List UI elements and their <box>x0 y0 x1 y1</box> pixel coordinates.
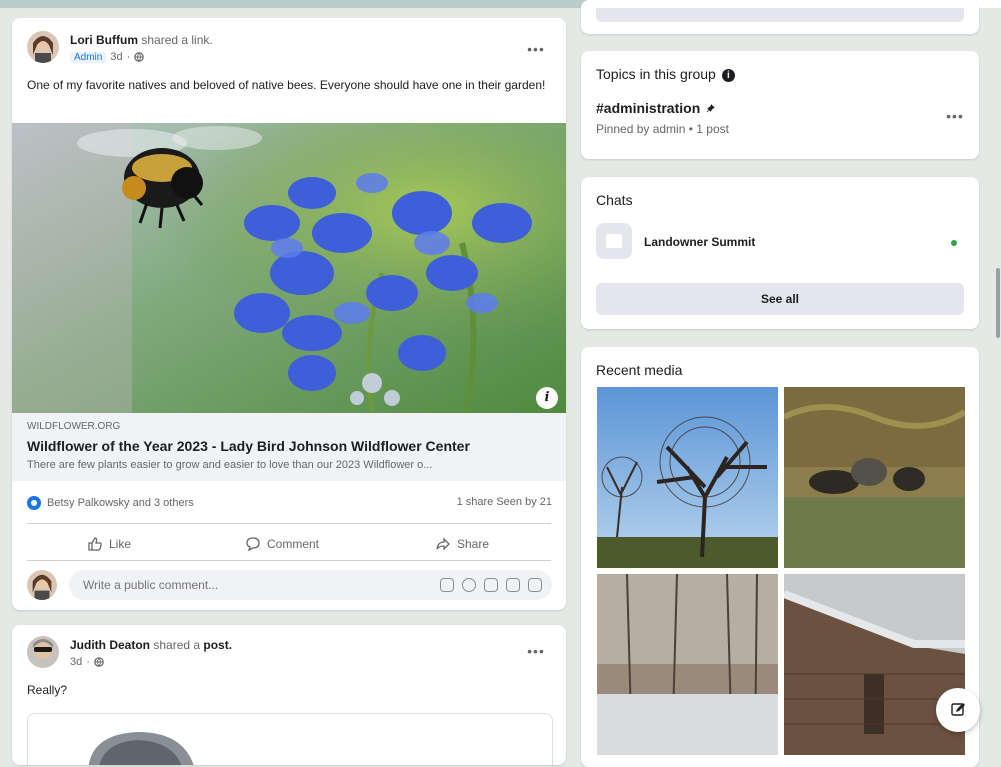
post-author-line: Lori Buffum shared a link. <box>70 33 213 47</box>
globe-icon <box>94 657 104 667</box>
topics-card: Topics in this group i #administration Pi… <box>581 51 979 159</box>
author-action: shared a <box>153 638 201 652</box>
share-arrow-icon <box>436 537 450 551</box>
chats-title: Chats <box>596 192 633 208</box>
see-all-chats-button[interactable]: See all <box>596 283 964 315</box>
divider <box>27 523 551 524</box>
online-indicator <box>951 240 957 246</box>
author-name[interactable]: Judith Deaton <box>70 638 150 652</box>
speech-bubble-icon <box>246 537 260 552</box>
media-thumbnail[interactable] <box>784 574 965 755</box>
scrollbar[interactable] <box>996 268 1000 338</box>
reactions-summary[interactable]: Betsy Palkowsky and 3 others <box>27 496 194 510</box>
like-label: Like <box>109 537 132 551</box>
link-preview-image[interactable]: i <box>12 123 566 413</box>
recent-media-card: Recent media <box>581 347 979 767</box>
sidebar-top-card <box>581 0 979 34</box>
chat-room-icon <box>596 223 632 259</box>
media-thumbnail[interactable] <box>597 387 778 568</box>
globe-icon <box>134 52 145 62</box>
chats-card: Chats Landowner Summit See all <box>581 177 979 329</box>
reaction-icon <box>27 496 41 510</box>
avatar[interactable] <box>27 636 59 668</box>
topics-title-row: Topics in this group i <box>596 66 735 82</box>
post-meta: Admin 3d · <box>70 51 145 63</box>
author-name[interactable]: Lori Buffum <box>70 33 138 47</box>
emoji-icon[interactable] <box>462 578 476 592</box>
sticker-icon[interactable] <box>528 578 542 592</box>
avatar-sticker-icon[interactable] <box>440 578 454 592</box>
link-description: There are few plants easier to grow and … <box>27 459 433 471</box>
comment-label: Comment <box>267 537 320 551</box>
media-thumbnail[interactable] <box>784 387 965 568</box>
share-label: Share <box>457 537 490 551</box>
shared-post-link[interactable]: post. <box>203 638 232 652</box>
gif-icon[interactable] <box>506 578 520 592</box>
camera-icon[interactable] <box>484 578 498 592</box>
comment-tools <box>440 578 542 592</box>
like-button[interactable]: Like <box>87 533 131 555</box>
link-domain: WILDFLOWER.ORG <box>27 421 121 432</box>
avatar[interactable] <box>27 31 59 63</box>
admin-badge: Admin <box>70 51 107 63</box>
current-user-avatar[interactable] <box>27 570 57 600</box>
post-author-line: Judith Deaton shared a post. <box>70 638 232 652</box>
sidebar-top-bar <box>596 8 964 22</box>
post-time[interactable]: 3d <box>70 656 82 668</box>
shared-post-preview[interactable] <box>27 713 553 765</box>
topics-title: Topics in this group <box>596 66 716 82</box>
comment-button[interactable]: Comment <box>245 533 319 555</box>
post-meta: 3d · <box>70 656 104 668</box>
share-stats[interactable]: 1 share Seen by 21 <box>457 496 552 508</box>
pencil-icon <box>951 703 965 716</box>
feed-post: Lori Buffum shared a link. Admin 3d · ••… <box>12 18 566 610</box>
compose-button[interactable] <box>936 688 980 732</box>
divider <box>27 560 551 561</box>
pin-icon <box>706 104 715 113</box>
topic-more-button[interactable]: ••• <box>941 109 969 129</box>
post-body: Really? <box>27 683 68 697</box>
author-action: shared a link. <box>141 33 213 47</box>
info-button[interactable]: i <box>536 387 558 409</box>
reactions-text[interactable]: Betsy Palkowsky and 3 others <box>47 497 194 509</box>
topic-subtitle: Pinned by admin • 1 post <box>596 122 729 136</box>
recent-media-title: Recent media <box>596 362 683 378</box>
chat-item-landowner-summit[interactable]: Landowner Summit <box>644 235 755 249</box>
feed-post: Judith Deaton shared a post. 3d · ••• Re… <box>12 625 566 765</box>
post-body: One of my favorite natives and beloved o… <box>27 78 546 92</box>
post-more-button[interactable]: ••• <box>522 42 550 62</box>
topic-tag[interactable]: #administration <box>596 100 715 116</box>
share-button[interactable]: Share <box>435 533 489 555</box>
post-more-button[interactable]: ••• <box>522 644 550 664</box>
thumbs-up-icon <box>88 537 102 551</box>
comment-composer <box>27 570 552 600</box>
media-thumbnail[interactable] <box>597 574 778 755</box>
post-time[interactable]: 3d <box>110 51 122 63</box>
info-icon[interactable]: i <box>721 68 735 82</box>
link-preview-box[interactable]: WILDFLOWER.ORG Wildflower of the Year 20… <box>12 413 566 481</box>
topic-tag-label: #administration <box>596 100 701 116</box>
link-title[interactable]: Wildflower of the Year 2023 - Lady Bird … <box>27 438 470 454</box>
